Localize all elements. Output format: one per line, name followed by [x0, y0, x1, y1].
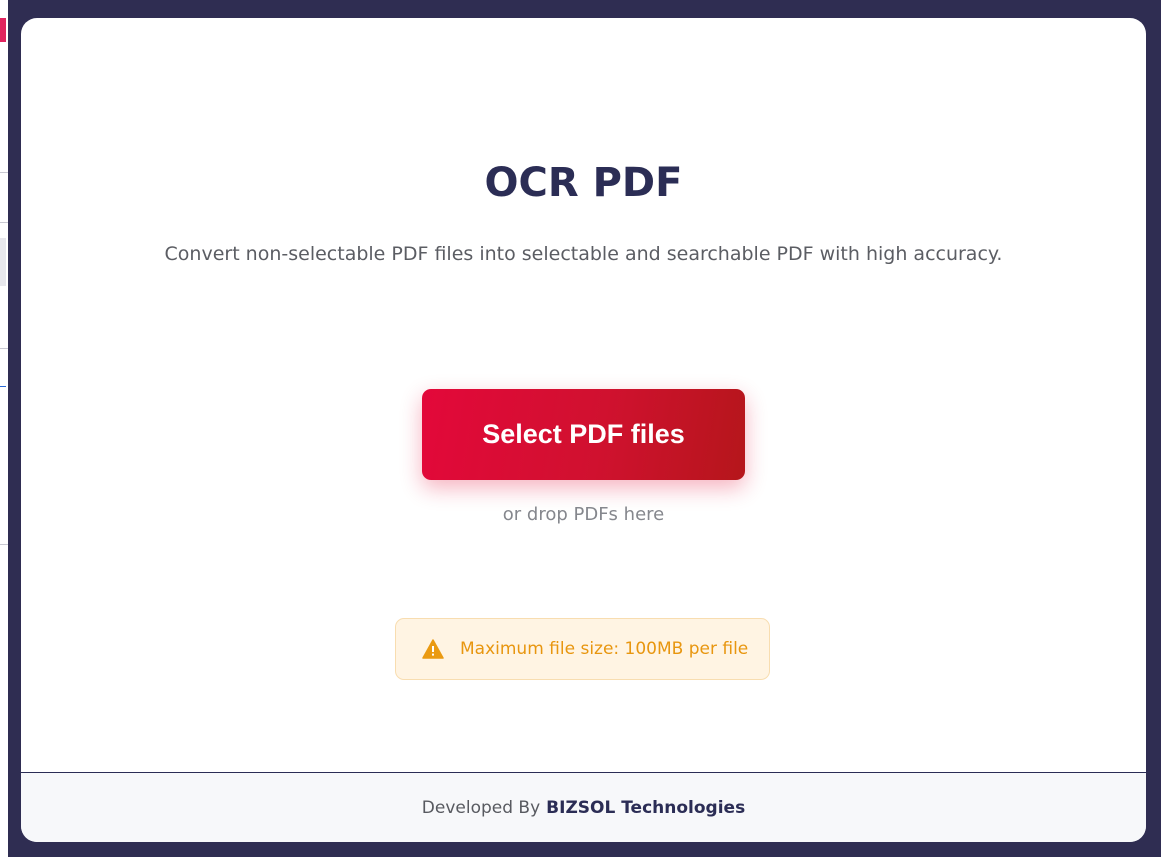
- file-size-notice-text: Maximum file size: 100MB per file: [460, 639, 749, 659]
- background-divider: [0, 348, 8, 349]
- select-pdf-files-button[interactable]: Select PDF files: [422, 389, 745, 480]
- background-page: [0, 0, 8, 857]
- footer: Developed By BIZSOL Technologies: [21, 772, 1146, 842]
- file-size-notice: Maximum file size: 100MB per file: [395, 618, 770, 680]
- warning-icon: [422, 639, 444, 659]
- footer-brand: BIZSOL Technologies: [546, 797, 746, 818]
- page-subtitle: Convert non-selectable PDF files into se…: [164, 243, 1003, 265]
- drop-zone-hint: or drop PDFs here: [502, 504, 665, 525]
- footer-developed-by: Developed By: [421, 797, 541, 818]
- background-divider: [0, 222, 8, 223]
- background-panel: [0, 238, 6, 286]
- page-title: OCR PDF: [484, 160, 683, 206]
- background-divider: [0, 544, 8, 545]
- background-link: [0, 366, 6, 387]
- ocr-modal: OCR PDF Convert non-selectable PDF files…: [21, 18, 1146, 842]
- background-divider: [0, 172, 8, 173]
- background-logo-fragment: [0, 18, 6, 42]
